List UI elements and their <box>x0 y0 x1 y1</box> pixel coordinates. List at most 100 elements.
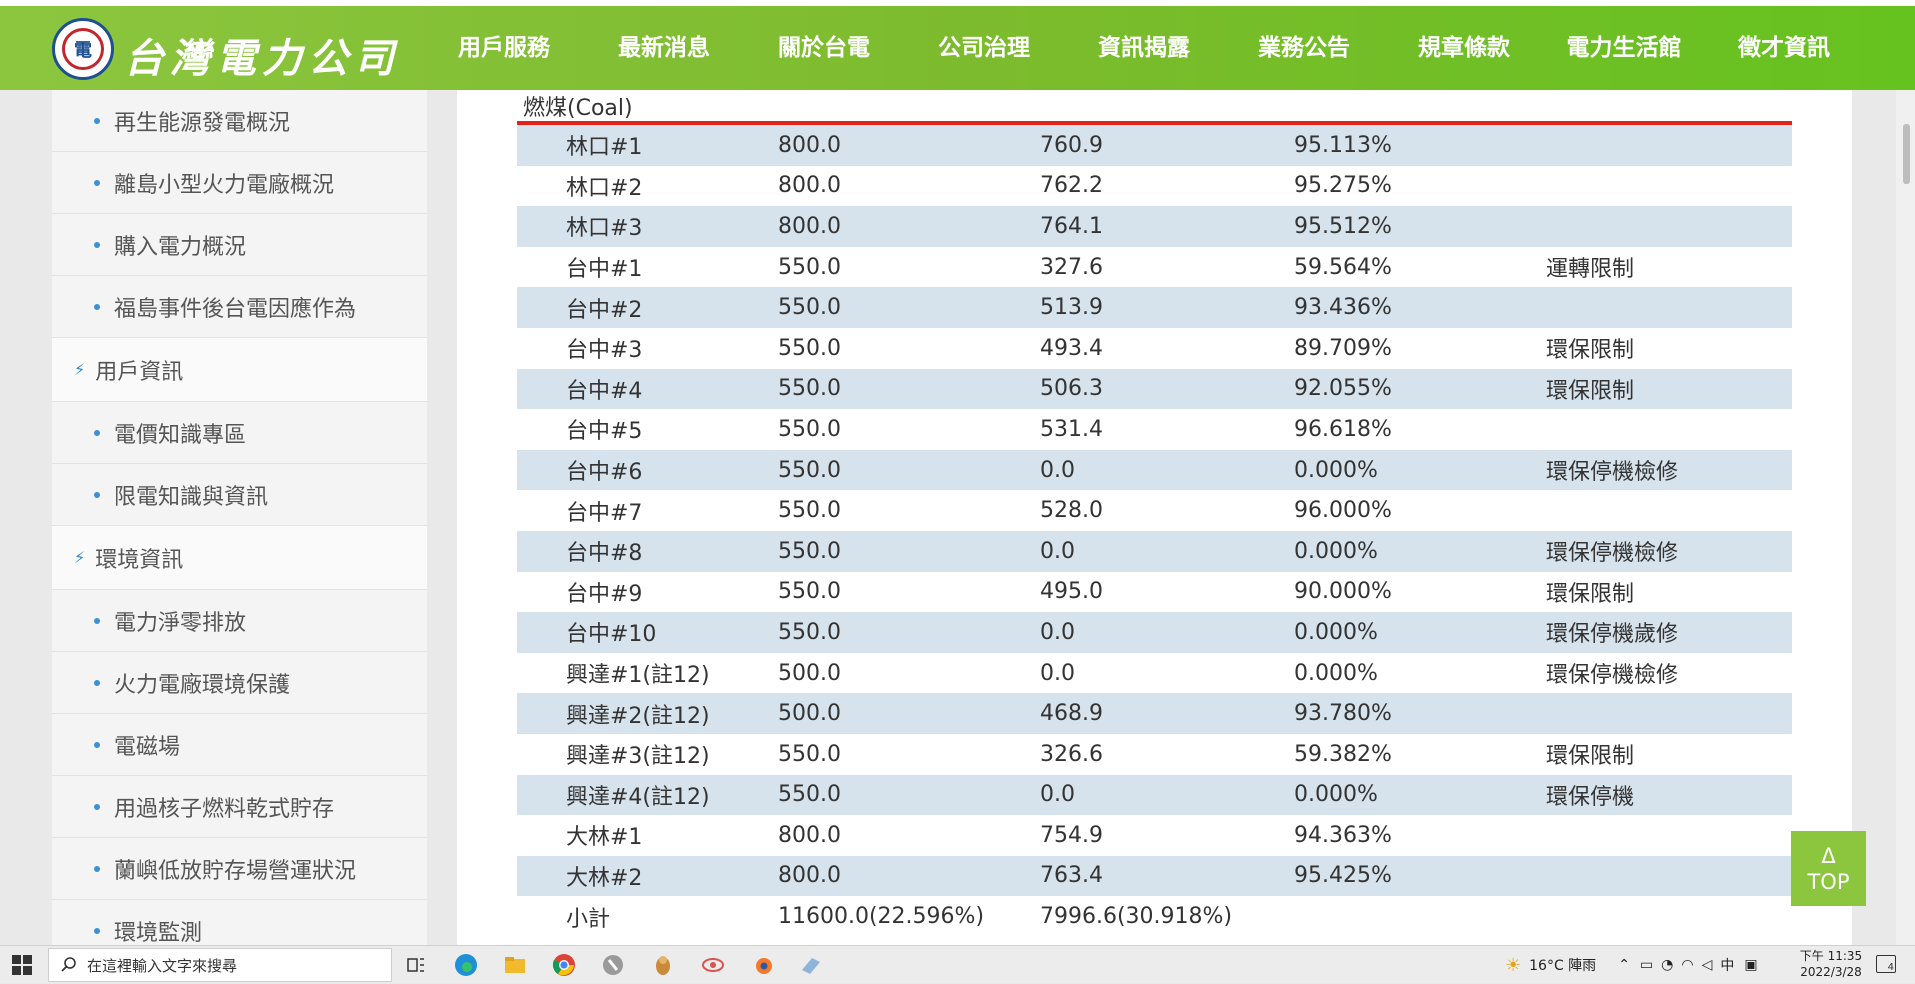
table-cell: 95.113% <box>1294 132 1392 158</box>
lightning-icon: ⚡ <box>74 360 86 379</box>
weather-text[interactable]: 16°C 陣雨 <box>1529 955 1596 975</box>
wifi-icon[interactable]: ◠ <box>1681 957 1693 973</box>
coal-units-table: 林口#1 800.0 760.9 95.113% 林口#2 800.0 762.2 95.27… <box>517 125 1792 937</box>
table-cell: 台中#5 <box>566 419 643 445</box>
nav-item[interactable]: 關於台電 <box>744 6 904 90</box>
table-cell: 550.0 <box>778 376 841 402</box>
sidebar-item[interactable]: 離島小型火力電廠概況 <box>52 152 427 214</box>
table-row: 林口#3 800.0 764.1 95.512% <box>517 206 1792 247</box>
table-row: 林口#1 800.0 760.9 95.113% <box>517 125 1792 166</box>
table-row: 台中#7 550.0 528.0 96.000% <box>517 490 1792 531</box>
table-cell: 550.0 <box>778 782 841 808</box>
blender-icon[interactable] <box>749 952 775 978</box>
sidebar-item[interactable]: 限電知識與資訊 <box>52 464 427 526</box>
table-cell: 550.0 <box>778 619 841 645</box>
sidebar-item[interactable]: 電價知識專區 <box>52 402 427 464</box>
chevron-up-icon[interactable]: ⌃ <box>1618 957 1630 973</box>
table-cell: 0.0 <box>1040 660 1075 686</box>
table-cell: 林口#3 <box>566 216 643 242</box>
task-view-icon[interactable] <box>403 952 429 978</box>
sidebar-item-label: 限電知識與資訊 <box>114 484 269 510</box>
table-cell: 468.9 <box>1040 701 1103 727</box>
table-row: 大林#1 800.0 754.9 94.363% <box>517 815 1792 856</box>
table-cell <box>1546 856 1792 897</box>
notification-icon[interactable]: 4 <box>1876 955 1896 973</box>
sidebar-item-label: 購入電力概況 <box>114 234 247 260</box>
app-icon-4[interactable] <box>798 952 824 978</box>
chrome-icon[interactable] <box>551 952 577 978</box>
taskbar-search-box[interactable]: 在這裡輸入文字來搜尋 <box>48 948 392 982</box>
table-row: 興達#2(註12) 500.0 468.9 93.780% <box>517 693 1792 734</box>
table-cell: 環保限制 <box>1546 744 1635 770</box>
network-icon[interactable]: ◔ <box>1661 957 1673 973</box>
battery-icon[interactable]: ▭ <box>1640 957 1653 973</box>
nav-item[interactable]: 公司治理 <box>904 6 1064 90</box>
table-cell: 0.0 <box>1040 538 1075 564</box>
taskbar-clock[interactable]: 下午 11:35 2022/3/28 <box>1796 948 1866 980</box>
table-row: 台中#5 550.0 531.4 96.618% <box>517 409 1792 450</box>
sidebar-item[interactable]: 再生能源發電概況 <box>52 90 427 152</box>
taipower-logo[interactable]: 電 <box>52 18 114 80</box>
table-cell: 500.0 <box>778 660 841 686</box>
table-cell: 95.275% <box>1294 173 1392 199</box>
scrollbar-thumb[interactable] <box>1903 124 1910 184</box>
table-cell: 7996.6(30.918%) <box>1040 904 1233 930</box>
nav-item[interactable]: 徵才資訊 <box>1704 6 1864 90</box>
table-cell: 環保停機檢修 <box>1546 541 1679 567</box>
sidebar-item[interactable]: 電力淨零排放 <box>52 590 427 652</box>
table-cell: 59.564% <box>1294 254 1392 280</box>
table-cell: 0.0 <box>1040 782 1075 808</box>
sidebar-item[interactable]: 環境監測 <box>52 900 427 945</box>
file-explorer-icon[interactable] <box>502 952 528 978</box>
table-cell: 台中#7 <box>566 500 643 526</box>
nav-item[interactable]: 資訊揭露 <box>1064 6 1224 106</box>
table-cell: 89.709% <box>1294 335 1392 361</box>
sidebar-item[interactable]: 購入電力概況 <box>52 214 427 276</box>
app-icon-2[interactable] <box>650 952 676 978</box>
logo-emblem: 電 <box>62 28 104 70</box>
weather-icon[interactable]: ☀ <box>1505 955 1521 976</box>
table-cell: 0.000% <box>1294 619 1378 645</box>
sidebar-item-label: 用過核子燃料乾式貯存 <box>114 796 335 822</box>
table-cell: 550.0 <box>778 538 841 564</box>
main-content: 燃煤(Coal) 林口#1 800.0 760.9 95.113% 林口#2 800.0 7… <box>457 90 1852 945</box>
app-icon-1[interactable] <box>600 952 626 978</box>
system-tray: ☀ 16°C 陣雨 ⌃ ▭ ◔ ◠ ◁ 中 ▣ <box>1505 946 1758 984</box>
sidebar-item[interactable]: 電磁場 <box>52 714 427 776</box>
edge-browser-icon[interactable] <box>453 952 479 978</box>
nav-item[interactable]: 用戶服務 <box>424 6 584 90</box>
sidebar-category[interactable]: ⚡ 環境資訊 <box>52 526 427 590</box>
table-cell: 興達#3(註12) <box>566 744 710 770</box>
table-row: 小計 11600.0(22.596%) 7996.6(30.918%) <box>517 896 1792 937</box>
sidebar-item[interactable]: 蘭嶼低放貯存場營運狀況 <box>52 838 427 900</box>
ime-indicator[interactable]: 中 <box>1720 955 1734 975</box>
table-cell: 台中#4 <box>566 378 643 404</box>
bullet-icon <box>94 117 100 124</box>
top-label: TOP <box>1807 870 1850 894</box>
page-scrollbar[interactable] <box>1896 90 1915 945</box>
table-cell: 環保停機歲修 <box>1546 622 1679 648</box>
table-row: 台中#3 550.0 493.4 89.709% 環保限制 <box>517 327 1792 369</box>
volume-icon[interactable]: ◁ <box>1702 957 1713 973</box>
nav-item[interactable]: 規章條款 <box>1384 6 1544 90</box>
nav-item[interactable]: 業務公告 <box>1224 6 1384 90</box>
windows-start-icon[interactable] <box>12 955 32 975</box>
table-cell: 94.363% <box>1294 822 1392 848</box>
sidebar-item[interactable]: 用過核子燃料乾式貯存 <box>52 776 427 838</box>
table-row: 台中#4 550.0 506.3 92.055% 環保限制 <box>517 368 1792 410</box>
sidebar-category[interactable]: ⚡ 用戶資訊 <box>52 338 427 402</box>
table-cell: 500.0 <box>778 701 841 727</box>
nav-item[interactable]: 電力生活館 <box>1544 6 1704 90</box>
nav-item[interactable]: 最新消息 <box>584 6 744 90</box>
input-mode-icon[interactable]: ▣ <box>1744 957 1757 973</box>
sidebar-item-label: 環境資訊 <box>95 547 184 573</box>
brand-name[interactable]: 台灣電力公司 <box>124 26 400 84</box>
sidebar-item-label: 離島小型火力電廠概況 <box>114 172 335 198</box>
table-cell: 550.0 <box>778 295 841 321</box>
app-icon-3[interactable] <box>700 952 726 978</box>
sidebar-item-label: 蘭嶼低放貯存場營運狀況 <box>114 858 357 884</box>
sidebar-item[interactable]: 火力電廠環境保護 <box>52 652 427 714</box>
back-to-top-button[interactable]: Δ TOP <box>1791 831 1866 906</box>
table-cell: 96.618% <box>1294 416 1392 442</box>
sidebar-item[interactable]: 福島事件後台電因應作為 <box>52 276 427 338</box>
